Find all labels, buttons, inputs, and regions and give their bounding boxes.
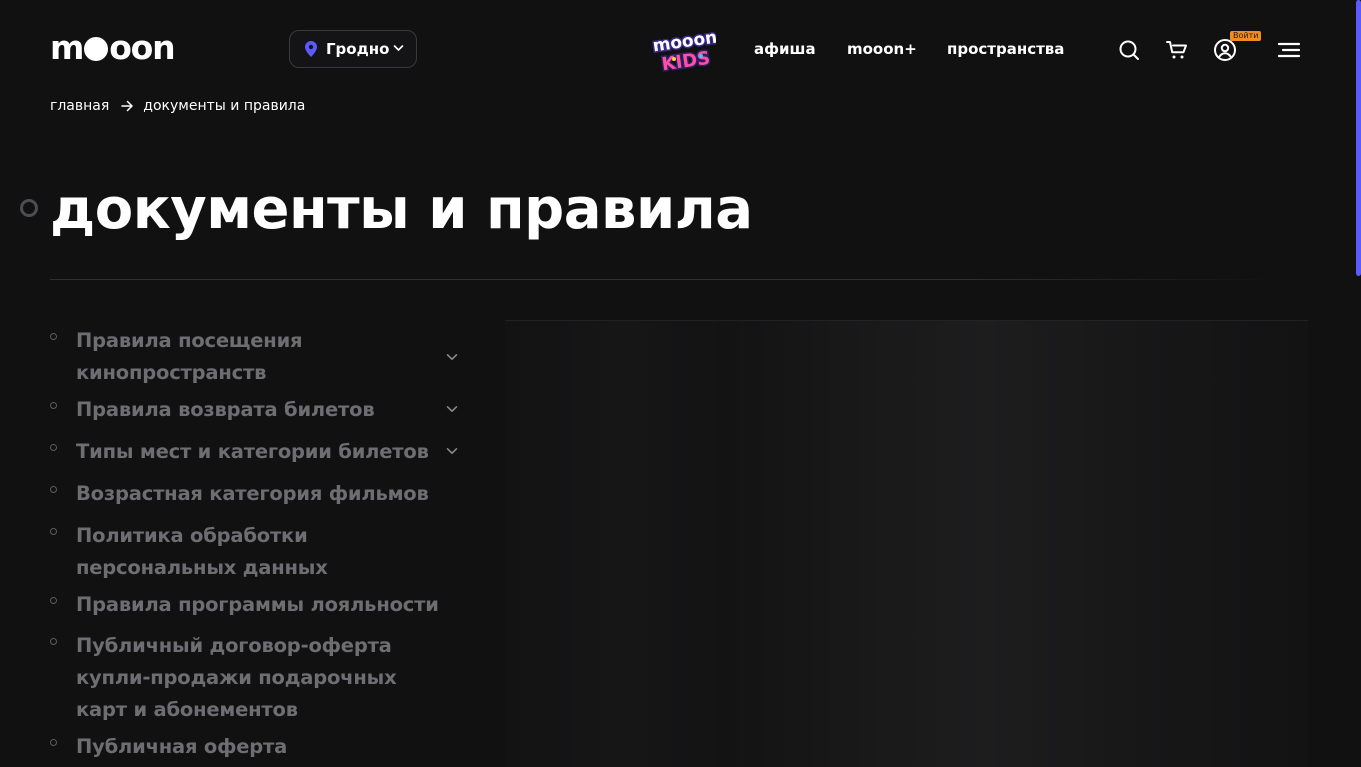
doc-item-label: Публичный договор-оферта купли-продажи п… bbox=[76, 634, 397, 721]
bullet-icon bbox=[50, 528, 57, 535]
chevron-down-icon[interactable] bbox=[446, 353, 458, 361]
location-pin-icon bbox=[305, 41, 317, 57]
bullet-icon bbox=[50, 402, 57, 409]
doc-item-label: Правила возврата билетов bbox=[76, 398, 375, 421]
login-badge[interactable]: Войти bbox=[1230, 31, 1262, 41]
chevron-down-icon[interactable] bbox=[446, 405, 458, 413]
logo-letters-oon: oon bbox=[109, 27, 175, 67]
bullet-icon bbox=[50, 486, 57, 493]
doc-item-label: Возрастная категория фильмов bbox=[76, 482, 429, 505]
menu-icon[interactable] bbox=[1277, 38, 1301, 62]
title-divider bbox=[50, 279, 1280, 280]
doc-item-label: Публичная оферта bbox=[76, 735, 288, 758]
title-ring-icon bbox=[20, 199, 38, 217]
bullet-icon bbox=[50, 333, 57, 340]
doc-item-age-rating[interactable]: Возрастная категория фильмов bbox=[50, 478, 470, 510]
bullet-icon bbox=[50, 638, 57, 645]
breadcrumb-current: документы и правила bbox=[143, 98, 306, 114]
doc-item-public-offer[interactable]: Публичная оферта bbox=[50, 731, 470, 763]
city-name: Гродно bbox=[326, 40, 390, 58]
arrow-right-icon bbox=[121, 100, 134, 112]
breadcrumb: главная документы и правила bbox=[50, 98, 305, 114]
page-title: документы и правила bbox=[50, 177, 753, 242]
doc-item-label: Правила посещения кинопространств bbox=[76, 329, 303, 384]
nav-spaces[interactable]: пространства bbox=[947, 40, 1064, 58]
page-scrollbar[interactable] bbox=[1356, 0, 1361, 276]
doc-item-label: Правила программы лояльности bbox=[76, 593, 439, 616]
mooon-kids-logo[interactable]: mooon mooon KIDS KIDS bbox=[652, 26, 716, 76]
chevron-down-icon[interactable] bbox=[446, 447, 458, 455]
bullet-icon bbox=[50, 444, 57, 451]
doc-item-privacy-policy[interactable]: Политика обработки персональных данных bbox=[50, 520, 470, 584]
logo-moon-dot bbox=[84, 37, 109, 61]
nav-afisha[interactable]: афиша bbox=[754, 40, 816, 58]
logo-letter-m: m bbox=[50, 27, 84, 67]
breadcrumb-home[interactable]: главная bbox=[50, 98, 109, 114]
chevron-down-icon bbox=[393, 45, 404, 51]
doc-item-gift-card-offer[interactable]: Публичный договор-оферта купли-продажи п… bbox=[50, 630, 470, 726]
cart-icon[interactable] bbox=[1165, 38, 1189, 62]
mooon-logo[interactable]: m oon bbox=[50, 27, 176, 67]
bullet-icon bbox=[50, 597, 57, 604]
city-selector[interactable]: Гродно bbox=[289, 30, 417, 68]
doc-item-visiting-rules[interactable]: Правила посещения кинопространств bbox=[50, 325, 470, 389]
user-icon[interactable] bbox=[1213, 38, 1237, 62]
doc-item-seat-types[interactable]: Типы мест и категории билетов bbox=[50, 436, 470, 468]
bullet-icon bbox=[50, 739, 57, 746]
doc-item-ticket-refund[interactable]: Правила возврата билетов bbox=[50, 394, 470, 426]
search-icon[interactable] bbox=[1117, 38, 1141, 62]
document-content-panel bbox=[505, 320, 1308, 767]
doc-item-loyalty-program[interactable]: Правила программы лояльности bbox=[50, 589, 470, 621]
nav-mooon-plus[interactable]: mooon+ bbox=[847, 40, 917, 58]
doc-item-label: Типы мест и категории билетов bbox=[76, 440, 429, 463]
doc-item-label: Политика обработки персональных данных bbox=[76, 524, 328, 579]
